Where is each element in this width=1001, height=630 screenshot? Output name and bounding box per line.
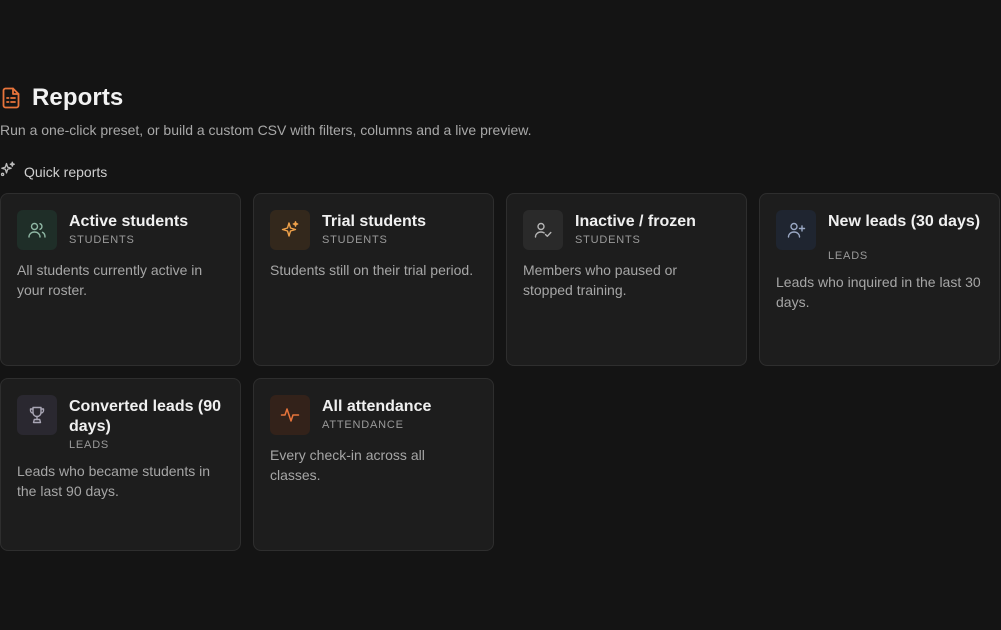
- page-title: Reports: [32, 84, 124, 111]
- report-card-new-leads[interactable]: New leads (30 days) LEADS Leads who inqu…: [759, 193, 1000, 366]
- card-description: Every check-in across all classes.: [270, 447, 425, 483]
- sparkles-icon: [0, 161, 16, 182]
- page-header: Reports Run a one-click preset, or build…: [0, 84, 531, 138]
- trophy-icon: [17, 395, 57, 435]
- card-description: All students currently active in your ro…: [17, 262, 203, 298]
- card-description: Students still on their trial period.: [270, 262, 474, 278]
- report-card-inactive-frozen[interactable]: Inactive / frozen STUDENTS Members who p…: [506, 193, 747, 366]
- card-title: Active students: [69, 213, 189, 230]
- card-category: ATTENDANCE: [322, 419, 404, 431]
- report-card-active-students[interactable]: Active students STUDENTS All students cu…: [0, 193, 241, 366]
- section-label: Quick reports: [24, 163, 108, 180]
- user-plus-icon: [776, 210, 816, 250]
- reports-page: Reports Run a one-click preset, or build…: [0, 0, 1001, 630]
- card-category: STUDENTS: [69, 234, 135, 246]
- card-description: Leads who inquired in the last 30 days.: [776, 274, 981, 310]
- card-description: Members who paused or stopped training.: [523, 262, 678, 298]
- page-subtitle: Run a one-click preset, or build a custo…: [0, 122, 532, 138]
- card-category: LEADS: [69, 439, 110, 451]
- quick-reports-grid: Active students STUDENTS All students cu…: [0, 193, 1000, 551]
- quick-reports-heading: Quick reports: [0, 161, 107, 182]
- card-title: Converted leads (90 days): [69, 398, 222, 435]
- file-report-icon: [0, 86, 22, 110]
- card-title: Inactive / frozen: [575, 213, 696, 230]
- title-row: Reports: [0, 84, 531, 112]
- card-title: New leads (30 days): [828, 213, 981, 230]
- card-description: Leads who became students in the last 90…: [17, 463, 211, 499]
- report-card-trial-students[interactable]: Trial students STUDENTS Students still o…: [253, 193, 494, 366]
- report-card-converted-leads[interactable]: Converted leads (90 days) LEADS Leads wh…: [0, 378, 241, 551]
- sparkle-icon: [270, 210, 310, 250]
- card-category: STUDENTS: [575, 234, 641, 246]
- activity-icon: [270, 395, 310, 435]
- users-icon: [17, 210, 57, 250]
- card-title: Trial students: [322, 213, 427, 230]
- card-category: LEADS: [828, 250, 869, 262]
- card-category: STUDENTS: [322, 234, 388, 246]
- report-card-all-attendance[interactable]: All attendance ATTENDANCE Every check-in…: [253, 378, 494, 551]
- user-check-icon: [523, 210, 563, 250]
- card-title: All attendance: [322, 398, 432, 415]
